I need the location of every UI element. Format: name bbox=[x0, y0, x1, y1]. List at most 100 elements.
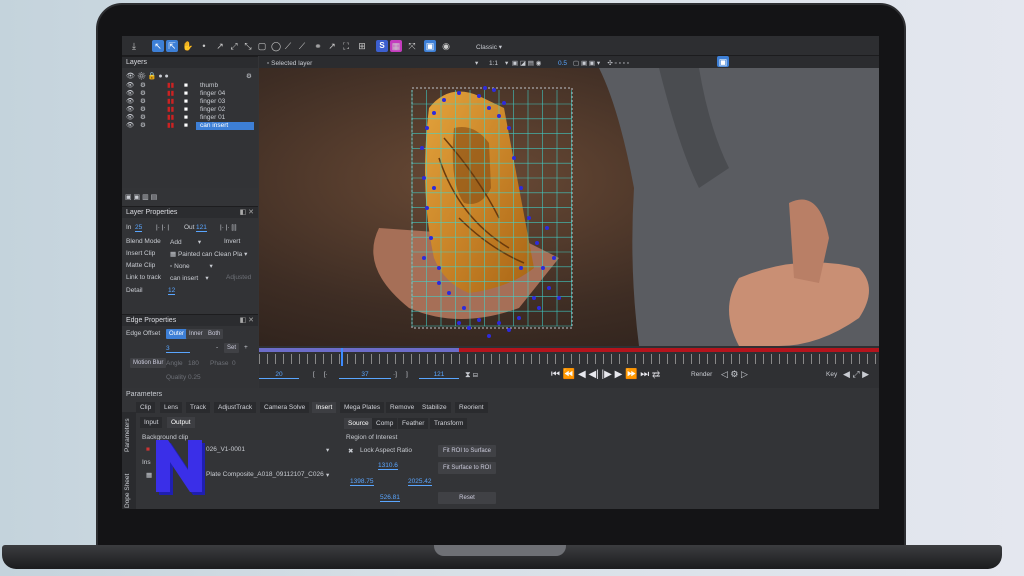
eraser-tool-icon[interactable]: ⟋ bbox=[296, 40, 308, 52]
layer-row[interactable]: 👁 ⚙ ▮▮ ■ finger 04 bbox=[122, 90, 258, 98]
visibility-icon[interactable]: 👁 bbox=[126, 98, 134, 106]
param-tab[interactable]: Insert bbox=[312, 402, 337, 413]
point-tool-icon[interactable]: • bbox=[198, 40, 210, 52]
spline-point[interactable] bbox=[442, 98, 446, 102]
spline-point[interactable] bbox=[487, 106, 491, 110]
settings-icon[interactable]: ⚙ bbox=[140, 106, 146, 114]
spline-point[interactable] bbox=[425, 126, 429, 130]
spline-point[interactable] bbox=[497, 114, 501, 118]
source-tab[interactable]: Transform bbox=[430, 418, 468, 429]
spline-point[interactable] bbox=[507, 328, 511, 332]
spline-point[interactable] bbox=[557, 296, 561, 300]
phase-value[interactable]: 0 bbox=[232, 360, 236, 367]
video-viewer[interactable] bbox=[259, 68, 879, 346]
spline-point[interactable] bbox=[492, 88, 496, 92]
inner-mode-button[interactable]: Inner bbox=[186, 329, 206, 339]
settings-icon[interactable]: ⚙ bbox=[140, 90, 146, 98]
invert-checkbox[interactable]: Invert bbox=[224, 238, 240, 245]
settings-icon[interactable]: ⚙ bbox=[140, 122, 146, 130]
spline-point[interactable] bbox=[535, 241, 539, 245]
visibility-icon[interactable]: 👁 bbox=[126, 114, 134, 122]
roi-left-value[interactable]: 1398.75 bbox=[350, 478, 374, 486]
start-frame[interactable]: 20 bbox=[259, 371, 299, 379]
source-tab[interactable]: Source bbox=[344, 418, 373, 429]
spline-point[interactable] bbox=[512, 156, 516, 160]
layer-actions[interactable]: ▣ ▣ ▥ ▤ bbox=[125, 193, 157, 201]
subtab-input[interactable]: Input bbox=[140, 417, 163, 428]
visibility-icon[interactable]: 👁 bbox=[126, 82, 134, 90]
visibility-icon[interactable]: 👁 bbox=[126, 122, 134, 130]
param-tab[interactable]: Clip bbox=[136, 402, 156, 413]
select-tool-icon[interactable]: ↖ bbox=[152, 40, 164, 52]
offset-increment[interactable]: + bbox=[244, 344, 248, 351]
reset-button[interactable]: Reset bbox=[438, 492, 496, 504]
spline-point[interactable] bbox=[487, 334, 491, 338]
both-mode-button[interactable]: Both bbox=[205, 329, 224, 339]
param-tab[interactable]: Mega Plates bbox=[340, 402, 385, 413]
end-frame[interactable]: 121 bbox=[419, 371, 459, 379]
layer-row[interactable]: 👁 ⚙ ▮▮ ■ finger 01 bbox=[122, 114, 258, 122]
fit-surface-button[interactable]: Fit Surface to ROI bbox=[438, 462, 496, 474]
range-icons[interactable]: ⧗ ⊟ bbox=[465, 370, 478, 380]
playback-controls[interactable]: ⏮ ⏪ ◀ ◀| |▶ ▶ ⏩ ⏭ ⇄ bbox=[551, 369, 660, 380]
spline-point[interactable] bbox=[457, 321, 461, 325]
select-points-icon[interactable]: ⇱ bbox=[166, 40, 178, 52]
param-tab[interactable]: Remove bbox=[386, 402, 419, 413]
render-button[interactable]: Render bbox=[691, 371, 712, 378]
roi-bottom-value[interactable]: 526.81 bbox=[380, 494, 400, 502]
spline-point[interactable] bbox=[457, 91, 461, 95]
layers-menu-icon[interactable]: ⚙ bbox=[246, 72, 252, 80]
source-tab[interactable]: Comp bbox=[372, 418, 398, 429]
angle-value[interactable]: 180 bbox=[188, 360, 199, 367]
spline-point[interactable] bbox=[547, 286, 551, 290]
grid-icon[interactable]: ▦ bbox=[390, 40, 402, 52]
visibility-icon[interactable]: 👁 bbox=[126, 90, 134, 98]
spline-point[interactable] bbox=[447, 291, 451, 295]
out-marker[interactable]: ·] ] bbox=[393, 371, 408, 378]
spline-point[interactable] bbox=[437, 281, 441, 285]
link-tool-icon[interactable]: ⚭ bbox=[312, 40, 324, 52]
spline-point[interactable] bbox=[422, 176, 426, 180]
spline-point[interactable] bbox=[517, 316, 521, 320]
insert-clip-value[interactable]: Plate Composite_A018_09112107_C026 bbox=[206, 471, 324, 478]
expand-icon[interactable]: ⤧ bbox=[406, 40, 418, 52]
param-tab[interactable]: Lens bbox=[160, 402, 183, 413]
spline-point[interactable] bbox=[422, 256, 426, 260]
spline-point[interactable] bbox=[477, 318, 481, 322]
detail-value[interactable]: 12 bbox=[168, 287, 176, 295]
overlay-toggle-icon[interactable]: ▣ bbox=[717, 56, 729, 67]
insert-clip-select[interactable]: ▦ Painted can Clean Pla ▾ bbox=[170, 250, 247, 258]
layer-name[interactable]: finger 03 bbox=[196, 98, 254, 106]
layer-row[interactable]: 👁 ⚙ ▮▮ ■ thumb bbox=[122, 82, 258, 90]
adjusted-checkbox[interactable]: Adjusted bbox=[226, 274, 251, 281]
spline-point[interactable] bbox=[507, 126, 511, 130]
layer-row[interactable]: 👁 ⚙ ▮▮ ■ can insert bbox=[122, 122, 258, 130]
roi-top-value[interactable]: 1310.6 bbox=[378, 462, 398, 470]
spline-point[interactable] bbox=[429, 236, 433, 240]
spline-point[interactable] bbox=[437, 266, 441, 270]
spline-point[interactable] bbox=[527, 216, 531, 220]
layer-name[interactable]: finger 04 bbox=[196, 90, 254, 98]
rect-tool-icon[interactable]: ▢ bbox=[256, 40, 268, 52]
spline-point[interactable] bbox=[425, 206, 429, 210]
param-tab[interactable]: Camera Solve bbox=[260, 402, 310, 413]
mask-icon[interactable]: ▣ bbox=[424, 40, 436, 52]
add-point-icon[interactable]: ⤡ bbox=[242, 40, 254, 52]
side-tab-dope-sheet[interactable]: Dope Sheet bbox=[124, 474, 131, 508]
grid-warp-icon[interactable]: ⊞ bbox=[356, 40, 368, 52]
layer-name[interactable]: finger 01 bbox=[196, 114, 254, 122]
param-tab[interactable]: Stabilize bbox=[418, 402, 451, 413]
visibility-icon[interactable]: 👁 bbox=[126, 106, 134, 114]
layer-name[interactable]: thumb bbox=[196, 82, 254, 90]
workspace-select[interactable]: Classic ▾ bbox=[476, 43, 502, 51]
export-icon[interactable]: ⤓ bbox=[128, 40, 140, 52]
lock-aspect-checkbox[interactable]: ✖ bbox=[348, 447, 353, 455]
hand-tool-icon[interactable]: ✋ bbox=[182, 40, 194, 52]
brush-tool-icon[interactable]: ⟋ bbox=[282, 40, 294, 52]
motion-blur-button[interactable]: Motion Blur bbox=[130, 358, 167, 368]
layer-name[interactable]: finger 02 bbox=[196, 106, 254, 114]
bezier-tool-icon[interactable]: ⤢ bbox=[228, 40, 240, 52]
spline-point[interactable] bbox=[467, 326, 471, 330]
spline-point[interactable] bbox=[552, 256, 556, 260]
spline-point[interactable] bbox=[537, 306, 541, 310]
